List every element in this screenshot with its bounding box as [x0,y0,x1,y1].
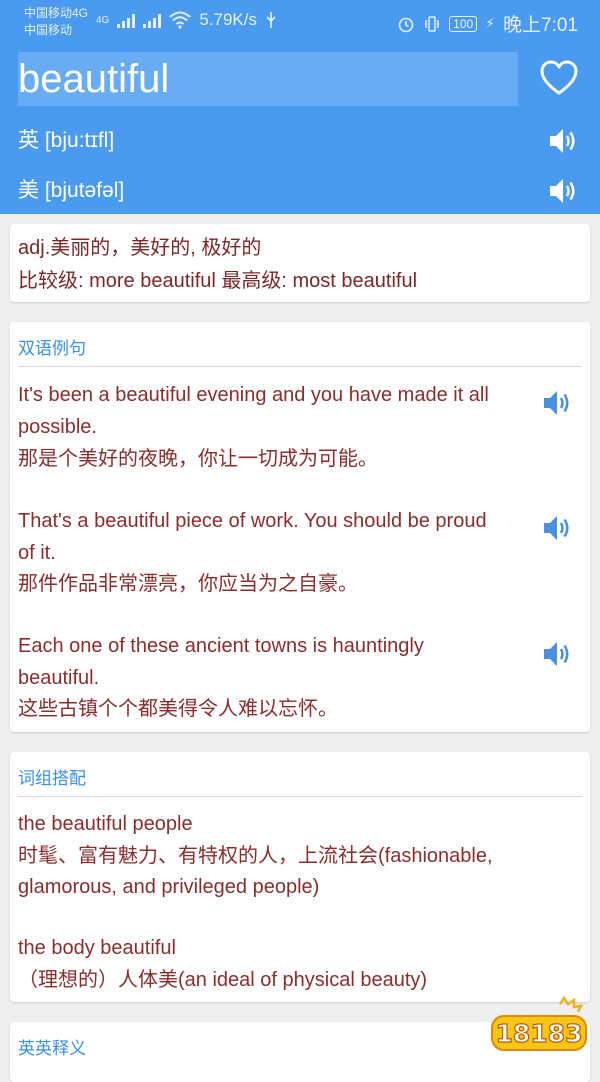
watermark-logo: 18183 [491,996,587,1051]
example-2-en-line2: of it. [18,542,56,564]
example-1-zh: 那是个美好的夜晚，你让一切成为可能。 [18,448,378,470]
status-bar: 中国移动4G 中国移动 4G 5.79K/s 100 ⚡ 晚上7:01 [0,0,600,44]
network-speed: 5.79K/s [199,10,257,29]
example-3-speaker-icon[interactable] [542,639,572,669]
us-speaker-icon[interactable] [548,176,578,206]
example-2-en-line1: That's a beautiful piece of work. You sh… [18,510,487,532]
examples-card: 双语例句 It's been a beautiful evening and y… [10,322,590,732]
phrases-divider [18,796,582,797]
uk-speaker-icon[interactable] [548,126,578,156]
wifi-icon [169,11,192,29]
charging-icon: ⚡ [485,15,496,31]
vibrate-icon [425,15,439,32]
examples-title: 双语例句 [18,339,86,358]
uk-pronunciation-row: 英 [bju:tɪfl] [18,120,578,160]
us-pronunciation: 美 [bjutəfəl] [18,179,125,202]
us-pronunciation-row: 美 [bjutəfəl] [18,170,578,210]
examples-divider [18,366,582,367]
status-right: 100 ⚡ 晚上7:01 [397,10,578,37]
alarm-icon [398,17,414,32]
english-definition-title: 英英释义 [18,1039,86,1058]
search-word-field[interactable]: beautiful [18,52,518,106]
example-2-zh: 那件作品非常漂亮，你应当为之自豪。 [18,573,358,595]
favorite-heart-icon[interactable] [540,60,578,96]
example-1-speaker-icon[interactable] [542,388,572,418]
clock: 晚上7:01 [503,15,578,36]
phrase-1-zh-line1: 时髦、富有魅力、有特权的人，上流社会(fashionable, [18,845,493,867]
headword: beautiful [18,57,170,101]
phrase-1-en: the beautiful people [18,813,193,835]
status-left: 4G 5.79K/s [96,10,277,30]
usb-icon [266,12,276,28]
definition-card: adj.美丽的，美好的, 极好的 比较级: more beautiful 最高级… [10,224,590,302]
example-3-en-line2: beautiful. [18,667,100,689]
phrase-1-zh-line2: glamorous, and privileged people) [18,876,320,898]
definition-line: adj.美丽的，美好的, 极好的 [18,237,262,259]
battery-icon: 100 [449,15,478,32]
example-1-en-line2: possible. [18,416,97,438]
signal-icon [117,12,136,28]
example-1-en-line1: It's been a beautiful evening and you ha… [18,384,489,406]
signal-2-icon [143,12,162,28]
phrase-2-en: the body beautiful [18,937,176,959]
comparative-forms: 比较级: more beautiful 最高级: most beautiful [18,270,418,292]
carrier-2: 中国移动 [24,23,73,37]
watermark-text: 18183 [496,1019,583,1048]
example-2-speaker-icon[interactable] [542,513,572,543]
word-header: 中国移动4G 中国移动 4G 5.79K/s 100 ⚡ 晚上7:01 beau… [0,0,600,214]
uk-pronunciation: 英 [bju:tɪfl] [18,129,115,152]
net-type: 4G [96,14,110,26]
carrier-1: 中国移动4G [24,6,89,20]
phrases-card: 词组搭配 the beautiful people 时髦、富有魅力、有特权的人，… [10,752,590,1002]
example-3-en-line1: Each one of these ancient towns is haunt… [18,635,424,657]
example-3-zh: 这些古镇个个都美得令人难以忘怀。 [18,698,338,720]
phrases-title: 词组搭配 [18,769,86,788]
carrier-info: 中国移动4G 中国移动 [24,5,88,39]
phrase-2-zh: （理想的）人体美(an ideal of physical beauty) [18,969,428,991]
